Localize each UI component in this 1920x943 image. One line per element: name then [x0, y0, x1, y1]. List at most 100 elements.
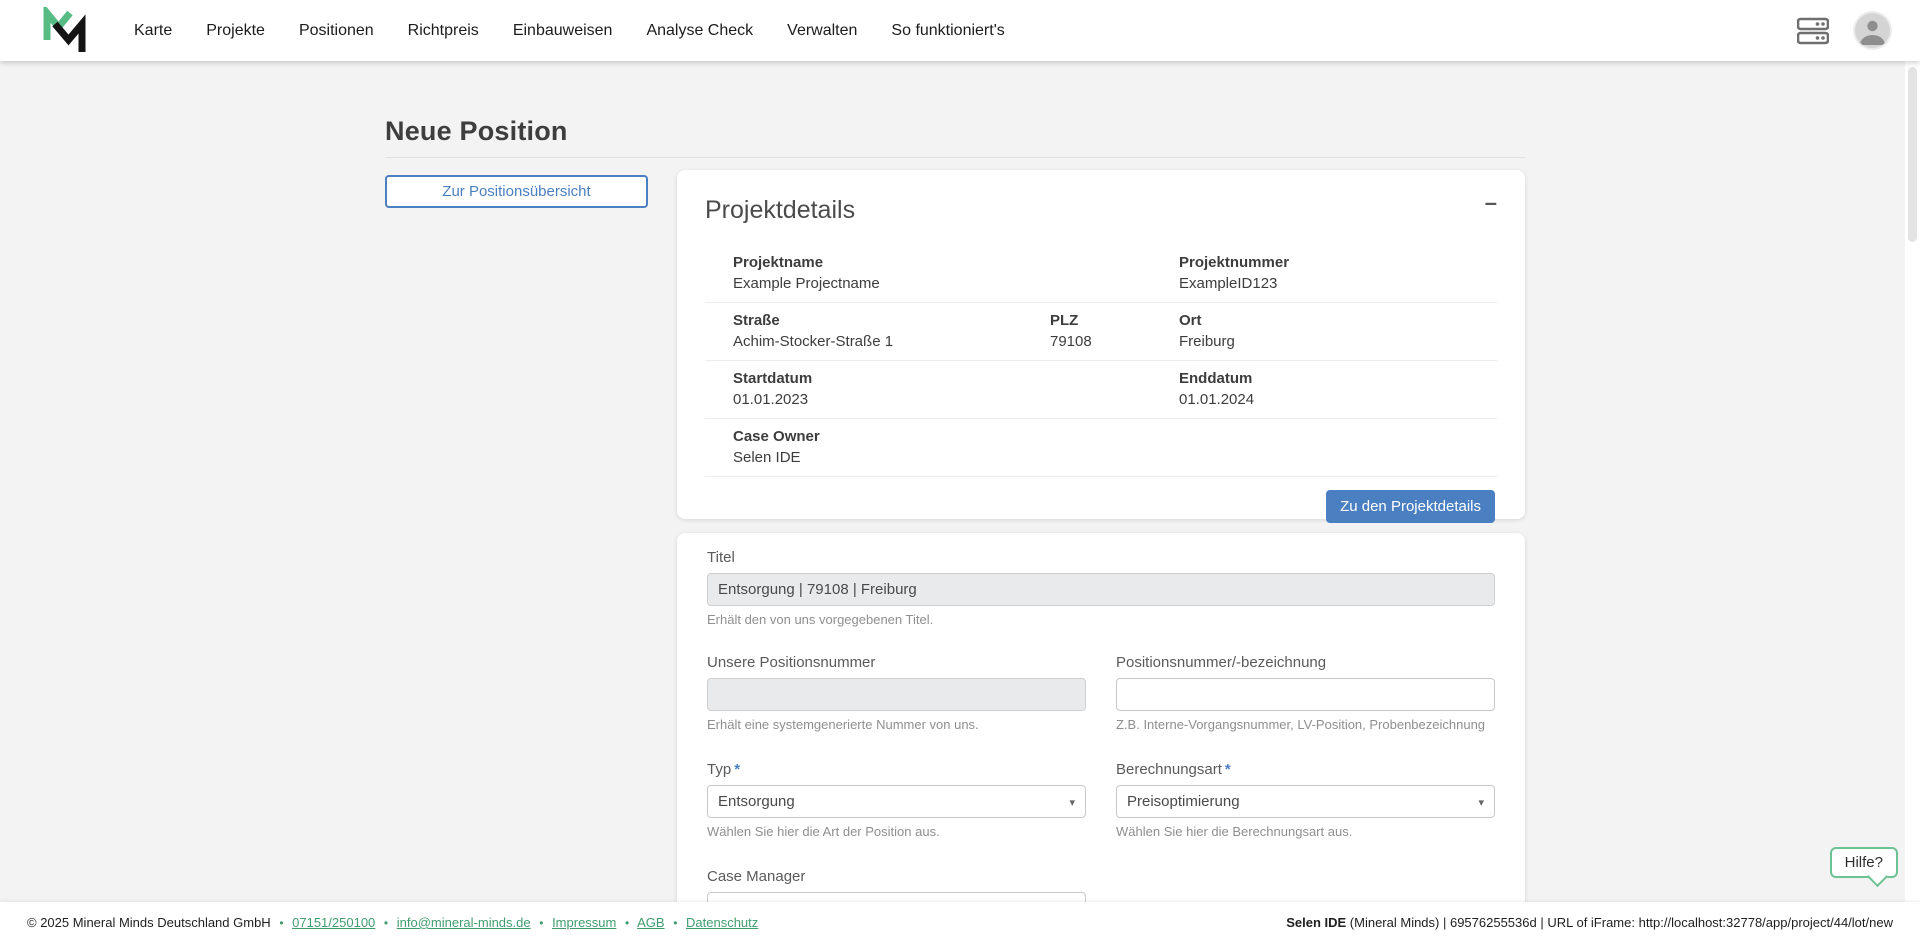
strasse-label: Straße [733, 312, 780, 329]
separator-dot: • [539, 916, 544, 930]
positionsnummer-field: Positionsnummer/-bezeichnung Z.B. Intern… [1116, 654, 1495, 732]
chevron-down-icon: ▾ [1478, 797, 1484, 809]
project-details-header: Projektdetails – [705, 192, 1497, 225]
copyright-text: © 2025 Mineral Minds Deutschland GmbH [27, 915, 271, 930]
navbar-right [1797, 13, 1890, 48]
ort-label: Ort [1179, 312, 1202, 329]
startdatum-cell: Startdatum 01.01.2023 [733, 370, 1179, 408]
chevron-down-icon: ▾ [1069, 797, 1075, 809]
help-button-label: Hilfe? [1844, 854, 1883, 871]
mineral-minds-logo-icon [43, 6, 86, 52]
unsere-positionsnummer-field: Unsere Positionsnummer Erhält eine syste… [707, 654, 1086, 732]
footer-left: © 2025 Mineral Minds Deutschland GmbH • … [27, 915, 758, 930]
separator-dot: • [673, 916, 678, 930]
case-owner-cell: Case Owner Selen IDE [733, 428, 1497, 466]
typ-field: Typ * Entsorgung ▾ Wählen Sie hier die Ar… [707, 761, 1086, 839]
titel-input [707, 573, 1495, 606]
table-row: Case Owner Selen IDE [705, 419, 1497, 477]
project-details-card: Projektdetails – Projektname Example Pro… [677, 170, 1525, 523]
ort-value: Freiburg [1179, 333, 1235, 350]
project-details-title: Projektdetails [705, 196, 856, 224]
nav-item-karte[interactable]: Karte [134, 22, 172, 40]
projektname-label: Projektname [733, 254, 824, 271]
nav-item-projekte[interactable]: Projekte [206, 22, 265, 40]
startdatum-value: 01.01.2023 [733, 391, 809, 408]
help-button[interactable]: Hilfe? [1829, 847, 1898, 878]
project-card-actions: Zu den Projektdetails [705, 477, 1497, 536]
session-status: Selen IDE (Mineral Minds) | 69576255536d… [1286, 915, 1893, 930]
case-owner-value: Selen IDE [733, 449, 801, 466]
berechnungsart-helper: Wählen Sie hier die Berechnungsart aus. [1116, 824, 1353, 839]
berechnungsart-label: Berechnungsart * [1116, 761, 1495, 778]
title-divider [385, 157, 1525, 158]
session-info: (Mineral Minds) | 69576255536d | URL of … [1346, 915, 1893, 930]
footer-link-datenschutz[interactable]: Datenschutz [686, 915, 758, 930]
nav-item-einbauweisen[interactable]: Einbauweisen [513, 22, 613, 40]
typ-select[interactable]: Entsorgung ▾ [707, 785, 1086, 818]
berechnungsart-field: Berechnungsart * Preisoptimierung ▾ Wähle… [1116, 761, 1495, 839]
strasse-cell: Straße Achim-Stocker-Straße 1 [733, 312, 1050, 350]
scrollbar[interactable] [1905, 61, 1920, 943]
required-marker: * [734, 761, 741, 778]
project-details-table: Projektname Example Projectname Projektn… [705, 245, 1497, 477]
enddatum-cell: Enddatum 01.01.2024 [1179, 370, 1497, 408]
positionsnummer-label: Positionsnummer/-bezeichnung [1116, 654, 1327, 671]
plz-value: 79108 [1050, 333, 1092, 350]
server-icon[interactable] [1797, 17, 1829, 45]
projektname-cell: Projektname Example Projectname [733, 254, 1179, 292]
projektnummer-label: Projektnummer [1179, 254, 1290, 271]
separator-dot: • [279, 916, 284, 930]
nav-item-verwalten[interactable]: Verwalten [787, 22, 857, 40]
footer-link-email[interactable]: info@mineral-minds.de [397, 915, 531, 930]
positionsnummer-helper: Z.B. Interne-Vorgangsnummer, LV-Position… [1116, 717, 1486, 732]
plz-label: PLZ [1050, 312, 1079, 329]
go-to-project-details-button[interactable]: Zu den Projektdetails [1326, 490, 1495, 523]
separator-dot: • [383, 916, 389, 930]
enddatum-label: Enddatum [1179, 370, 1253, 387]
required-marker: * [1224, 761, 1231, 778]
titel-label: Titel [707, 549, 735, 566]
nav-item-analyse-check[interactable]: Analyse Check [646, 22, 753, 40]
plz-cell: PLZ 79108 [1050, 312, 1179, 350]
back-to-positions-button[interactable]: Zur Positionsübersicht [385, 175, 648, 208]
typ-label-text: Typ [707, 761, 732, 778]
table-row: Projektname Example Projectname Projektn… [705, 245, 1497, 303]
separator-dot: • [624, 916, 630, 930]
berechnungsart-select-value: Preisoptimierung [1127, 793, 1240, 810]
titel-field: Titel Erhält den von uns vorgegebenen Ti… [707, 549, 1495, 627]
user-avatar-icon[interactable] [1855, 13, 1890, 48]
table-row: Straße Achim-Stocker-Straße 1 PLZ 79108 … [705, 303, 1497, 361]
main-nav: Karte Projekte Positionen Richtpreis Ein… [134, 22, 1005, 40]
typ-label: Typ * [707, 761, 1086, 778]
form-grid: Unsere Positionsnummer Erhält eine syste… [707, 654, 1495, 925]
unsere-positionsnummer-input [707, 678, 1086, 711]
projektnummer-cell: Projektnummer ExampleID123 [1179, 254, 1497, 292]
scrollbar-thumb[interactable] [1908, 67, 1917, 242]
footer-link-agb[interactable]: AGB [637, 915, 664, 930]
unsere-positionsnummer-label: Unsere Positionsnummer [707, 654, 876, 671]
positionsnummer-input[interactable] [1116, 678, 1495, 711]
strasse-value: Achim-Stocker-Straße 1 [733, 333, 894, 350]
berechnungsart-select[interactable]: Preisoptimierung ▾ [1116, 785, 1495, 818]
projektname-value: Example Projectname [733, 275, 880, 292]
nav-item-richtpreis[interactable]: Richtpreis [408, 22, 479, 40]
typ-helper: Wählen Sie hier die Art der Position aus… [707, 824, 940, 839]
ort-cell: Ort Freiburg [1179, 312, 1497, 350]
table-row: Startdatum 01.01.2023 Enddatum 01.01.202… [705, 361, 1497, 419]
mineral-minds-logo[interactable] [42, 6, 94, 55]
enddatum-value: 01.01.2024 [1179, 391, 1255, 408]
new-position-form-card: Titel Erhält den von uns vorgegebenen Ti… [677, 533, 1525, 943]
unsere-positionsnummer-helper: Erhält eine systemgenerierte Nummer von … [707, 717, 979, 732]
nav-item-so-funktionierts[interactable]: So funktioniert's [891, 22, 1004, 40]
nav-item-positionen[interactable]: Positionen [299, 22, 374, 40]
session-user: Selen IDE [1286, 915, 1347, 930]
collapse-icon[interactable]: – [1485, 192, 1497, 214]
case-owner-label: Case Owner [733, 428, 820, 445]
berechnungsart-label-text: Berechnungsart [1116, 761, 1222, 778]
footer-link-phone[interactable]: 07151/250100 [292, 915, 375, 930]
typ-select-value: Entsorgung [718, 793, 795, 810]
startdatum-label: Startdatum [733, 370, 813, 387]
projektnummer-value: ExampleID123 [1179, 275, 1278, 292]
footer-link-impressum[interactable]: Impressum [552, 915, 616, 930]
titel-helper: Erhält den von uns vorgegebenen Titel. [707, 612, 934, 627]
